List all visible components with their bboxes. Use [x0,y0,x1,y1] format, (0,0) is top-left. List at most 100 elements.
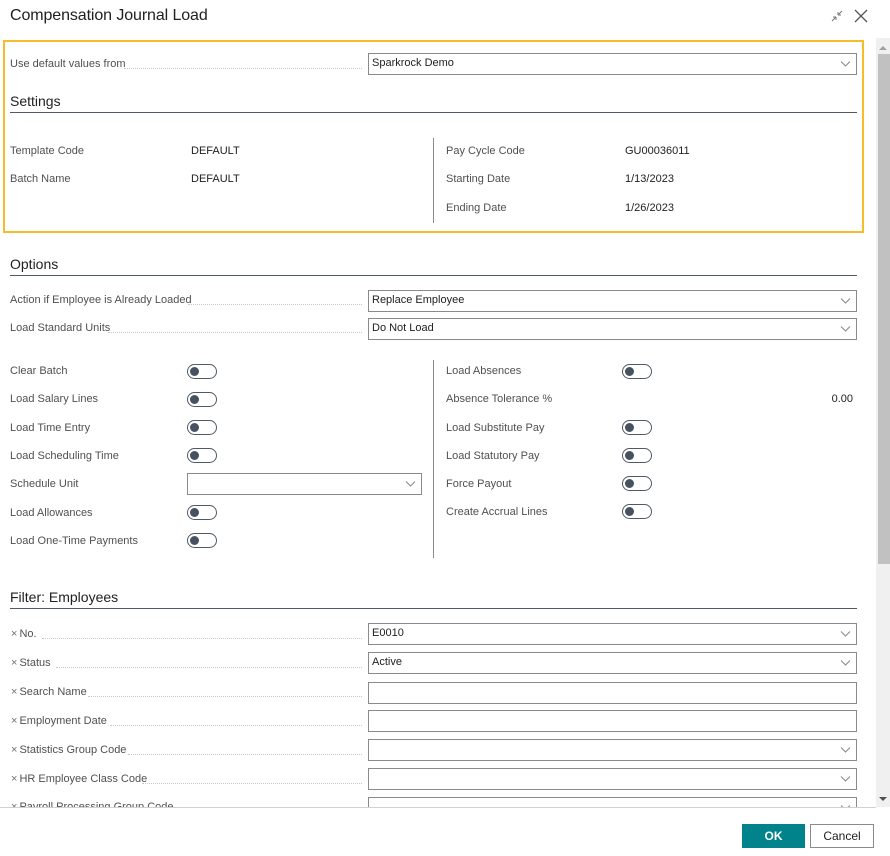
remove-filter-icon[interactable]: × [11,628,17,640]
load-standard-units-value: Do Not Load [372,322,434,334]
leader-dots [88,696,362,697]
load-absences-toggle[interactable] [622,364,652,379]
filter-statistics-group-label: × Statistics Group Code [11,744,127,756]
chevron-down-icon [840,776,851,782]
options-title: Options [10,256,59,272]
load-allowances-label: Load Allowances [10,507,93,519]
chevron-down-icon [840,747,851,753]
leader-dots [56,667,362,668]
filter-rule [10,608,857,609]
template-code-value: DEFAULT [191,145,240,157]
leader-dots [128,754,362,755]
filter-no-label: × No. [11,628,37,640]
column-divider [433,360,434,558]
scroll-down-arrow-icon[interactable] [879,797,887,801]
collapse-button[interactable] [827,6,847,26]
remove-filter-icon[interactable]: × [11,686,17,698]
filter-status-select[interactable]: Active [368,652,857,674]
action-if-loaded-select[interactable]: Replace Employee [368,290,857,312]
toggle-knob [625,423,634,432]
toggle-knob [190,451,199,460]
filter-hr-class-select[interactable] [368,768,857,790]
toggle-knob [625,507,634,516]
load-salary-lines-toggle[interactable] [187,392,217,407]
remove-filter-icon[interactable]: × [11,744,17,756]
chevron-down-icon [405,481,416,487]
filter-no-select[interactable]: E0010 [368,623,857,645]
load-scheduling-time-label: Load Scheduling Time [10,450,119,462]
ending-date-value: 1/26/2023 [625,202,674,214]
load-substitute-pay-toggle[interactable] [622,420,652,435]
dialog-content: Use default values from Sparkrock Demo S… [0,38,876,807]
absence-tolerance-value[interactable]: 0.00 [832,393,853,405]
batch-name-label: Batch Name [10,173,71,185]
defaults-value: Sparkrock Demo [372,57,454,69]
absence-tolerance-label: Absence Tolerance % [446,393,553,405]
dialog-title: Compensation Journal Load [10,7,208,24]
scroll-up-arrow-icon[interactable] [879,46,887,50]
cancel-button[interactable]: Cancel [810,824,874,848]
close-icon [854,9,868,23]
template-code-label: Template Code [10,145,84,157]
load-time-entry-label: Load Time Entry [10,422,91,434]
leader-dots [42,638,362,639]
load-allowances-toggle[interactable] [187,505,217,520]
schedule-unit-label: Schedule Unit [10,478,79,490]
schedule-unit-select[interactable] [187,473,422,495]
load-one-time-payments-toggle[interactable] [187,533,217,548]
batch-name-value: DEFAULT [191,173,240,185]
chevron-down-icon [840,61,851,67]
filter-status-label: × Status [11,657,51,669]
clear-batch-toggle[interactable] [187,364,217,379]
force-payout-toggle[interactable] [622,476,652,491]
pay-cycle-code-value: GU00036011 [625,145,690,157]
load-standard-units-label: Load Standard Units [10,322,111,334]
footer-divider [0,807,876,808]
filter-statistics-group-select[interactable] [368,739,857,761]
defaults-label: Use default values from [10,58,126,70]
remove-filter-icon[interactable]: × [11,715,17,727]
load-time-entry-toggle[interactable] [187,420,217,435]
ok-button[interactable]: OK [742,824,805,848]
scrollbar-thumb[interactable] [878,54,890,564]
filter-employment-date-label: × Employment Date [11,715,107,727]
options-rule [10,275,857,276]
create-accrual-lines-toggle[interactable] [622,504,652,519]
starting-date-value: 1/13/2023 [625,173,674,185]
chevron-down-icon [840,631,851,637]
chevron-down-icon [840,326,851,332]
load-statutory-pay-toggle[interactable] [622,448,652,463]
filter-search-name-label: × Search Name [11,686,87,698]
starting-date-label: Starting Date [446,173,511,185]
filter-no-value: E0010 [372,627,404,639]
vertical-scrollbar[interactable] [876,38,890,807]
remove-filter-icon[interactable]: × [11,657,17,669]
defaults-select[interactable]: Sparkrock Demo [368,53,857,75]
settings-rule [10,112,857,113]
load-scheduling-time-toggle[interactable] [187,448,217,463]
toggle-knob [190,536,199,545]
load-statutory-pay-label: Load Statutory Pay [446,450,540,462]
filter-search-name-input[interactable] [368,682,857,704]
load-standard-units-select[interactable]: Do Not Load [368,318,857,340]
chevron-down-icon [840,660,851,666]
settings-title: Settings [10,93,61,109]
load-one-time-payments-label: Load One-Time Payments [10,535,138,547]
force-payout-label: Force Payout [446,478,512,490]
filter-payroll-group-select[interactable] [368,797,857,807]
load-substitute-pay-label: Load Substitute Pay [446,422,545,434]
toggle-knob [625,367,634,376]
filter-hr-class-label: × HR Employee Class Code [11,773,148,785]
column-divider [433,138,434,223]
filter-status-value: Active [372,656,402,668]
leader-dots [110,725,362,726]
create-accrual-lines-label: Create Accrual Lines [446,506,548,518]
ending-date-label: Ending Date [446,202,507,214]
toggle-knob [190,367,199,376]
filter-employment-date-input[interactable] [368,710,857,732]
remove-filter-icon[interactable]: × [11,773,17,785]
load-salary-lines-label: Load Salary Lines [10,393,99,405]
close-button[interactable] [851,6,871,26]
action-if-loaded-label: Action if Employee is Already Loaded [10,294,192,306]
load-absences-label: Load Absences [446,365,522,377]
